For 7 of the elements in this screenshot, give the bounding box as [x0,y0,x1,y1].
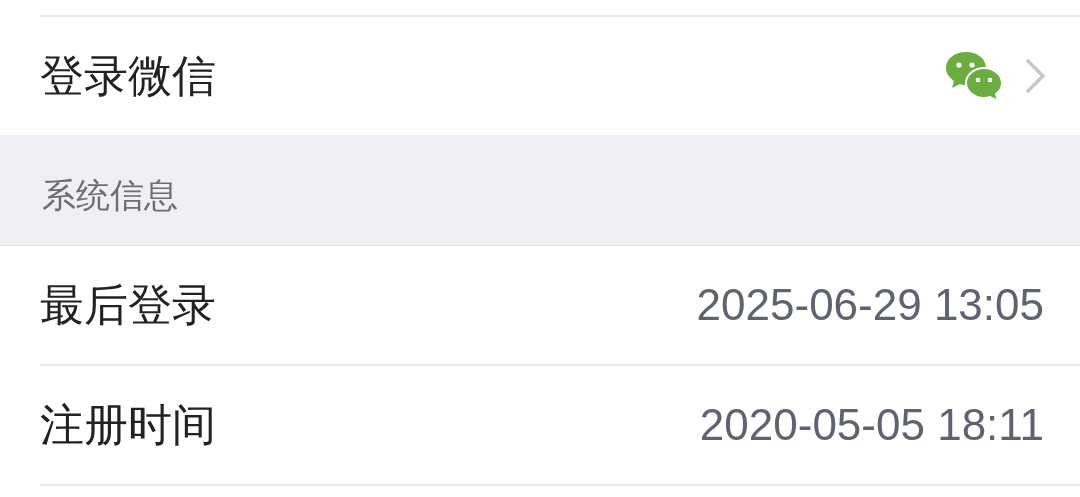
section-title: 系统信息 [42,174,178,217]
chevron-right-icon [1024,58,1046,94]
row-value: 2025-06-29 13:05 [696,280,1044,330]
row-value: 2020-05-05 18:11 [699,400,1044,450]
row-label: 最后登录 [40,277,216,332]
chat-bubbles-icon [944,50,1004,102]
row-label: 注册时间 [40,397,216,452]
